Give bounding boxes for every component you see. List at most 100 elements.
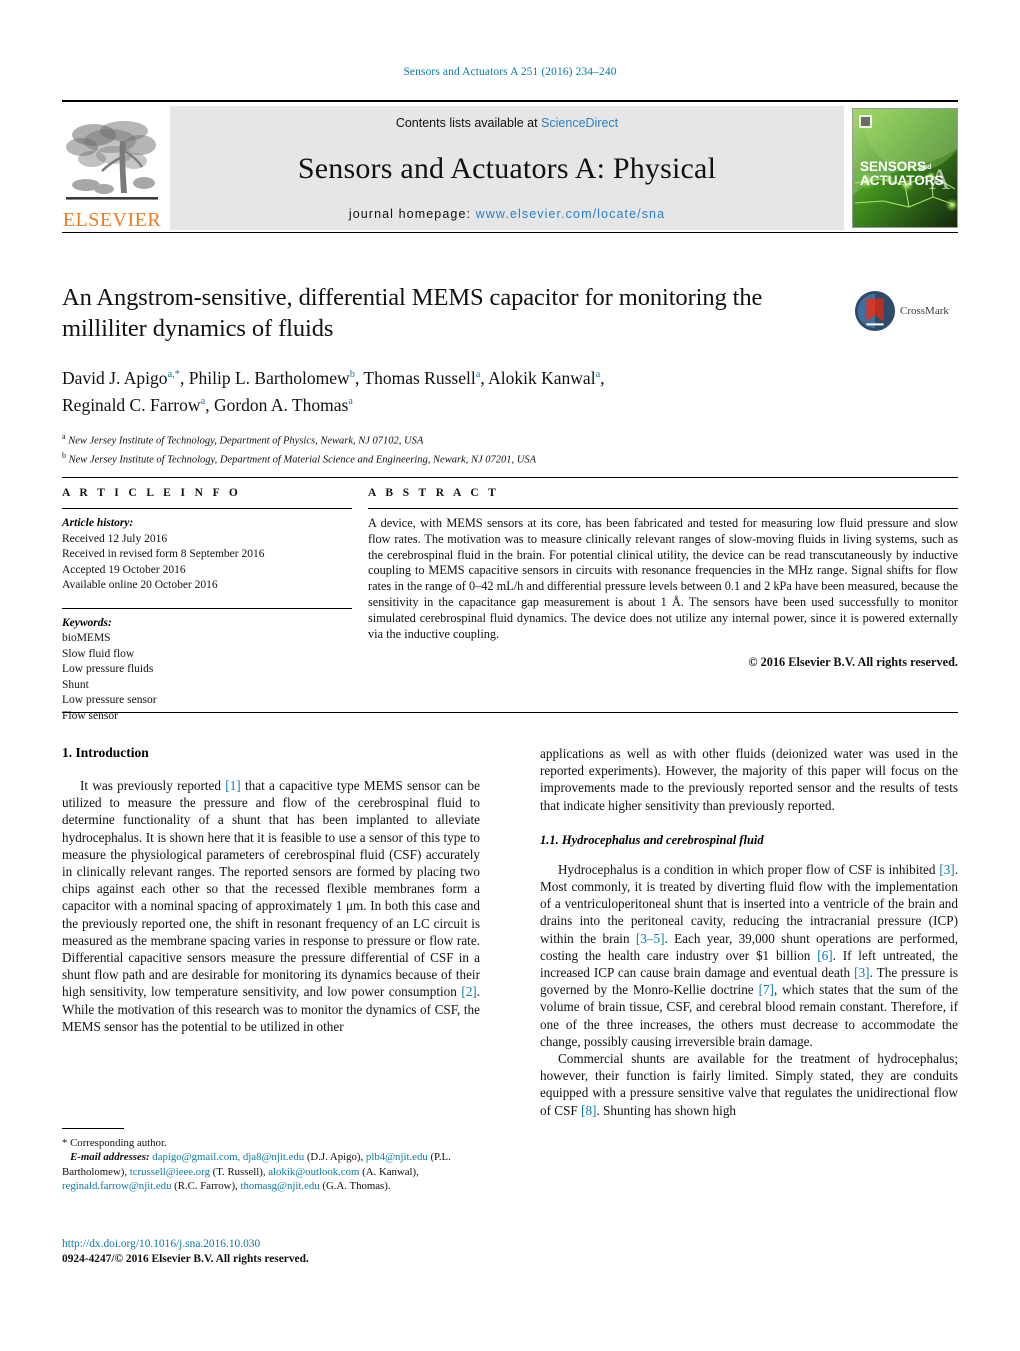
- paragraph: Hydrocephalus is a condition in which pr…: [540, 861, 958, 1050]
- journal-homepage-link[interactable]: www.elsevier.com/locate/sna: [476, 207, 666, 221]
- article-info-heading: A R T I C L E I N F O: [62, 487, 242, 499]
- author-sup: a: [475, 369, 481, 380]
- citation-link[interactable]: [3]: [939, 862, 954, 877]
- running-head: Sensors and Actuators A 251 (2016) 234–2…: [403, 66, 617, 78]
- author-sup: b: [349, 369, 355, 380]
- keyword-item: bioMEMS: [62, 632, 111, 644]
- elsevier-logo: ELSEVIER: [62, 106, 162, 230]
- text-run: Hydrocephalus is a condition in which pr…: [558, 861, 940, 877]
- text-run: . Shunting has shown high: [596, 1102, 737, 1118]
- email-link[interactable]: reginald.farrow@njit.edu: [62, 1180, 171, 1192]
- doi-link[interactable]: http://dx.doi.org/10.1016/j.sna.2016.10.…: [62, 1237, 492, 1252]
- author-name: Alokik Kanwal: [488, 367, 596, 388]
- issn-copyright-line: 0924-4247/© 2016 Elsevier B.V. All right…: [62, 1253, 309, 1265]
- author-list: David J. Apigoa,*, Philip L. Bartholomew…: [62, 367, 605, 415]
- corresponding-author-footnote: * Corresponding author. E-mail addresses…: [62, 1128, 480, 1193]
- body-right-column: applications as well as with other fluid…: [540, 745, 958, 1245]
- homepage-prefix: journal homepage:: [348, 207, 476, 221]
- journal-masthead: ELSEVIER Contents lists available at Sci…: [62, 100, 958, 233]
- author-name: Philip L. Bartholomew: [188, 367, 350, 388]
- divider: [368, 508, 958, 509]
- elsevier-tree-icon: [64, 117, 160, 209]
- divider: [62, 607, 352, 609]
- affiliation-sup: b: [62, 450, 66, 460]
- email-link[interactable]: tcrussell@ieee.org: [130, 1166, 210, 1178]
- corresponding-author-line: * Corresponding author.: [62, 1137, 167, 1149]
- citation-link[interactable]: [7]: [759, 982, 774, 997]
- author-sup: a,*: [167, 369, 181, 380]
- author-name: Reginald C. Farrow: [62, 394, 201, 415]
- author-name: Gordon A. Thomas: [213, 394, 349, 415]
- body-top-rule: [62, 712, 958, 713]
- footnote-rule: [62, 1128, 124, 1129]
- email-label: E-mail addresses:: [70, 1151, 150, 1164]
- paper-page: Sensors and Actuators A 251 (2016) 234–2…: [0, 0, 1020, 1351]
- title-block: An Angstrom-sensitive, differential MEMS…: [62, 282, 958, 468]
- crossmark-label: CrossMark: [900, 305, 949, 317]
- text-run: It was previously reported: [80, 778, 226, 793]
- elsevier-wordmark: ELSEVIER: [62, 209, 162, 231]
- sciencedirect-link[interactable]: ScienceDirect: [541, 116, 618, 130]
- history-item: Received 12 July 2016: [62, 532, 168, 545]
- text-run: that a capacitive type MEMS sensor can b…: [62, 778, 480, 1000]
- author-sup: a: [348, 395, 353, 407]
- contents-available-line: Contents lists available at ScienceDirec…: [396, 116, 618, 130]
- info-abstract-region: A R T I C L E I N F O Article history: R…: [62, 477, 958, 724]
- text-run: (G.A. Thomas).: [319, 1179, 391, 1192]
- keyword-item: Slow fluid flow: [62, 647, 135, 660]
- email-link[interactable]: plb4@njit.edu: [366, 1151, 428, 1163]
- article-info-column: A R T I C L E I N F O Article history: R…: [62, 487, 352, 724]
- crossmark-icon: [854, 290, 896, 332]
- text-run: (D.J. Apigo),: [304, 1151, 366, 1164]
- cover-line1: SENSORS: [860, 159, 926, 174]
- journal-cover-thumbnail[interactable]: SENSORS and ACTUATORS A: [852, 108, 958, 228]
- keywords-label: Keywords:: [62, 616, 112, 629]
- citation-link[interactable]: [3–5]: [636, 931, 665, 946]
- history-item: Available online 20 October 2016: [62, 579, 218, 591]
- journal-title: Sensors and Actuators A: Physical: [297, 151, 717, 185]
- keyword-item: Flow sensor: [62, 709, 118, 722]
- citation-link[interactable]: [1]: [225, 778, 240, 793]
- author-sup: a: [200, 395, 206, 407]
- email-link[interactable]: alokik@outlook.com: [268, 1166, 359, 1178]
- abstract-column: A B S T R A C T A device, with MEMS sens…: [368, 487, 958, 724]
- journal-homepage-line: journal homepage: www.elsevier.com/locat…: [349, 207, 665, 221]
- affiliation-text: New Jersey Institute of Technology, Depa…: [68, 435, 424, 447]
- affiliation-item: a New Jersey Institute of Technology, De…: [62, 430, 958, 449]
- history-item: Received in revised form 8 September 201…: [62, 548, 265, 560]
- history-item: Accepted 19 October 2016: [62, 563, 186, 576]
- affiliation-sup: a: [62, 431, 66, 441]
- section-heading-hydrocephalus: 1.1. Hydrocephalus and cerebrospinal flu…: [540, 832, 764, 847]
- affiliation-item: b New Jersey Institute of Technology, De…: [62, 449, 958, 468]
- citation-link[interactable]: [2]: [461, 984, 476, 999]
- journal-band: Contents lists available at ScienceDirec…: [170, 106, 844, 230]
- paragraph: Commercial shunts are available for the …: [540, 1050, 958, 1119]
- article-history-label: Article history:: [62, 517, 134, 529]
- divider: [62, 508, 352, 509]
- keyword-item: Shunt: [62, 678, 89, 691]
- author-sup: a: [595, 369, 601, 380]
- email-link[interactable]: thomasg@njit.edu: [240, 1180, 319, 1192]
- cover-letter: A: [929, 163, 951, 196]
- doi-block: http://dx.doi.org/10.1016/j.sna.2016.10.…: [62, 1237, 492, 1267]
- citation-link[interactable]: [6]: [817, 948, 832, 963]
- section-heading-introduction: 1. Introduction: [62, 745, 149, 760]
- citation-link[interactable]: [8]: [581, 1103, 596, 1118]
- affiliation-list: a New Jersey Institute of Technology, De…: [62, 430, 958, 468]
- email-addresses-line: E-mail addresses: dapigo@gmail.com, dja8…: [62, 1150, 480, 1193]
- paragraph: It was previously reported [1] that a ca…: [62, 777, 480, 1035]
- text-run: (A. Kanwal),: [359, 1165, 419, 1178]
- email-link[interactable]: dapigo@gmail.com, dja8@njit.edu: [152, 1151, 304, 1163]
- author-name: Thomas Russell: [363, 367, 476, 388]
- page-title: An Angstrom-sensitive, differential MEMS…: [62, 284, 763, 342]
- keyword-item: Low pressure sensor: [62, 694, 157, 706]
- text-run: (R.C. Farrow),: [171, 1179, 241, 1192]
- paragraph: applications as well as with other fluid…: [540, 746, 958, 813]
- abstract-text: A device, with MEMS sensors at its core,…: [368, 516, 958, 641]
- crossmark-badge[interactable]: CrossMark: [854, 287, 958, 335]
- contents-prefix: Contents lists available at: [395, 116, 542, 130]
- citation-link[interactable]: [3]: [854, 965, 869, 980]
- author-name: David J. Apigo: [62, 367, 168, 388]
- masthead-bottom-rule: [62, 232, 958, 233]
- abstract-copyright: © 2016 Elsevier B.V. All rights reserved…: [748, 655, 958, 670]
